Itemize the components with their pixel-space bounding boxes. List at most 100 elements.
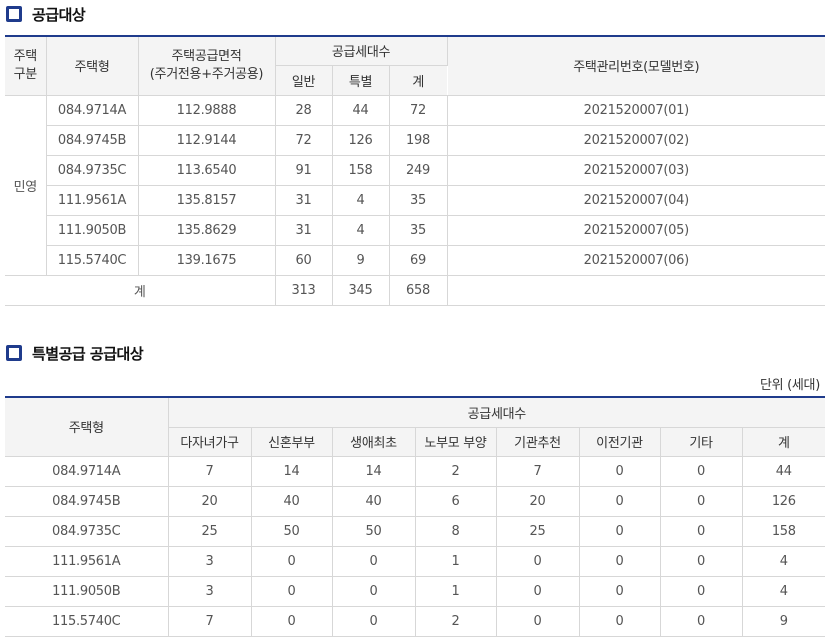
cell-total: 126 [742,486,826,517]
total-total: 658 [389,275,448,306]
cell-type: 111.9050B [46,215,139,246]
header-general: 일반 [275,65,333,96]
cell-value: 0 [251,546,333,577]
cell-type: 111.9561A [46,185,139,216]
cell-value: 0 [251,576,333,607]
cell-special: 9 [332,245,390,276]
cell-type: 084.9745B [46,125,139,156]
section-title-text: 특별공급 공급대상 [32,344,144,363]
header-total: 계 [389,65,448,96]
cell-area: 135.8157 [138,185,276,216]
cell-value: 7 [168,606,252,637]
cell-total: 69 [389,245,448,276]
cell-value: 2 [415,606,497,637]
cell-total: 72 [389,95,448,126]
cell-value: 25 [168,516,252,547]
cell-value: 0 [579,486,661,517]
cell-total: 4 [742,546,826,577]
cell-total: 249 [389,155,448,186]
cell-area: 135.8629 [138,215,276,246]
cell-value: 0 [579,606,661,637]
table-row: 111.9050B 135.8629 31 4 35 2021520007(05… [5,215,826,246]
header-elderly-parents: 노부모 부양 [415,427,497,457]
header-first-home: 생애최초 [332,427,416,457]
cell-value: 40 [332,486,416,517]
header-area-line1: 주택공급면적 [171,48,242,64]
cell-value: 20 [168,486,252,517]
cell-value: 0 [332,546,416,577]
header-supply-units: 공급세대수 [168,396,826,428]
table-row: 민영 084.9714A 112.9888 28 44 72 202152000… [5,95,826,276]
group-label: 민영 [5,95,47,276]
cell-total: 9 [742,606,826,637]
header-relocated-agency: 이전기관 [579,427,661,457]
header-special: 특별 [332,65,390,96]
cell-value: 40 [251,486,333,517]
header-house-type: 주택형 [5,396,169,457]
cell-area: 113.6540 [138,155,276,186]
cell-type: 084.9735C [46,155,139,186]
cell-value: 1 [415,576,497,607]
table-row: 111.9050B 3 0 0 1 0 0 0 4 [5,576,826,607]
cell-total: 4 [742,576,826,607]
cell-mgmt: 2021520007(04) [447,185,826,216]
cell-general: 31 [275,215,333,246]
cell-value: 7 [168,456,252,487]
cell-area: 139.1675 [138,245,276,276]
header-supply-units: 공급세대수 [275,35,448,66]
cell-special: 158 [332,155,390,186]
cell-special: 4 [332,215,390,246]
table-row: 084.9714A 7 14 14 2 7 0 0 44 [5,456,826,487]
table-row: 111.9561A 3 0 0 1 0 0 0 4 [5,546,826,577]
cell-mgmt: 2021520007(06) [447,245,826,276]
cell-general: 72 [275,125,333,156]
header-supply-area: 주택공급면적 (주거전용+주거공용) [138,35,276,96]
cell-type: 115.5740C [46,245,139,276]
total-general: 313 [275,275,333,306]
header-other: 기타 [660,427,743,457]
table-row: 115.5740C 139.1675 60 9 69 2021520007(06… [5,245,826,276]
cell-value: 3 [168,546,252,577]
total-special: 345 [332,275,390,306]
cell-total: 198 [389,125,448,156]
header-type-group-line2: 구분 [13,66,38,82]
cell-value: 0 [660,546,743,577]
cell-general: 91 [275,155,333,186]
cell-value: 0 [660,456,743,487]
cell-type: 084.9745B [5,486,169,517]
square-bullet-icon [6,6,22,22]
cell-value: 0 [579,576,661,607]
special-supply-table: 주택형 공급세대수 다자녀가구 신혼부부 생애최초 노부모 부양 기관추천 이전… [5,396,826,637]
cell-value: 0 [660,516,743,547]
cell-general: 31 [275,185,333,216]
header-type-group-line1: 주택 [13,48,38,64]
cell-value: 0 [251,606,333,637]
table-row: 115.5740C 7 0 0 2 0 0 0 9 [5,606,826,637]
cell-special: 126 [332,125,390,156]
table-row: 084.9735C 25 50 50 8 25 0 0 158 [5,516,826,547]
cell-total: 158 [742,516,826,547]
cell-value: 0 [332,576,416,607]
cell-value: 0 [496,606,580,637]
section-title-text: 공급대상 [32,5,86,24]
cell-value: 0 [660,576,743,607]
cell-value: 14 [332,456,416,487]
cell-value: 20 [496,486,580,517]
cell-value: 0 [496,576,580,607]
cell-value: 8 [415,516,497,547]
cell-total: 44 [742,456,826,487]
cell-special: 4 [332,185,390,216]
cell-mgmt: 2021520007(02) [447,125,826,156]
cell-type: 084.9714A [5,456,169,487]
cell-value: 1 [415,546,497,577]
cell-value: 0 [660,606,743,637]
cell-type: 111.9561A [5,546,169,577]
cell-value: 0 [579,546,661,577]
cell-value: 6 [415,486,497,517]
cell-type: 111.9050B [5,576,169,607]
cell-mgmt: 2021520007(01) [447,95,826,126]
cell-value: 7 [496,456,580,487]
header-mgmt-no: 주택관리번호(모델번호) [447,35,826,96]
cell-value: 0 [496,546,580,577]
cell-special: 44 [332,95,390,126]
